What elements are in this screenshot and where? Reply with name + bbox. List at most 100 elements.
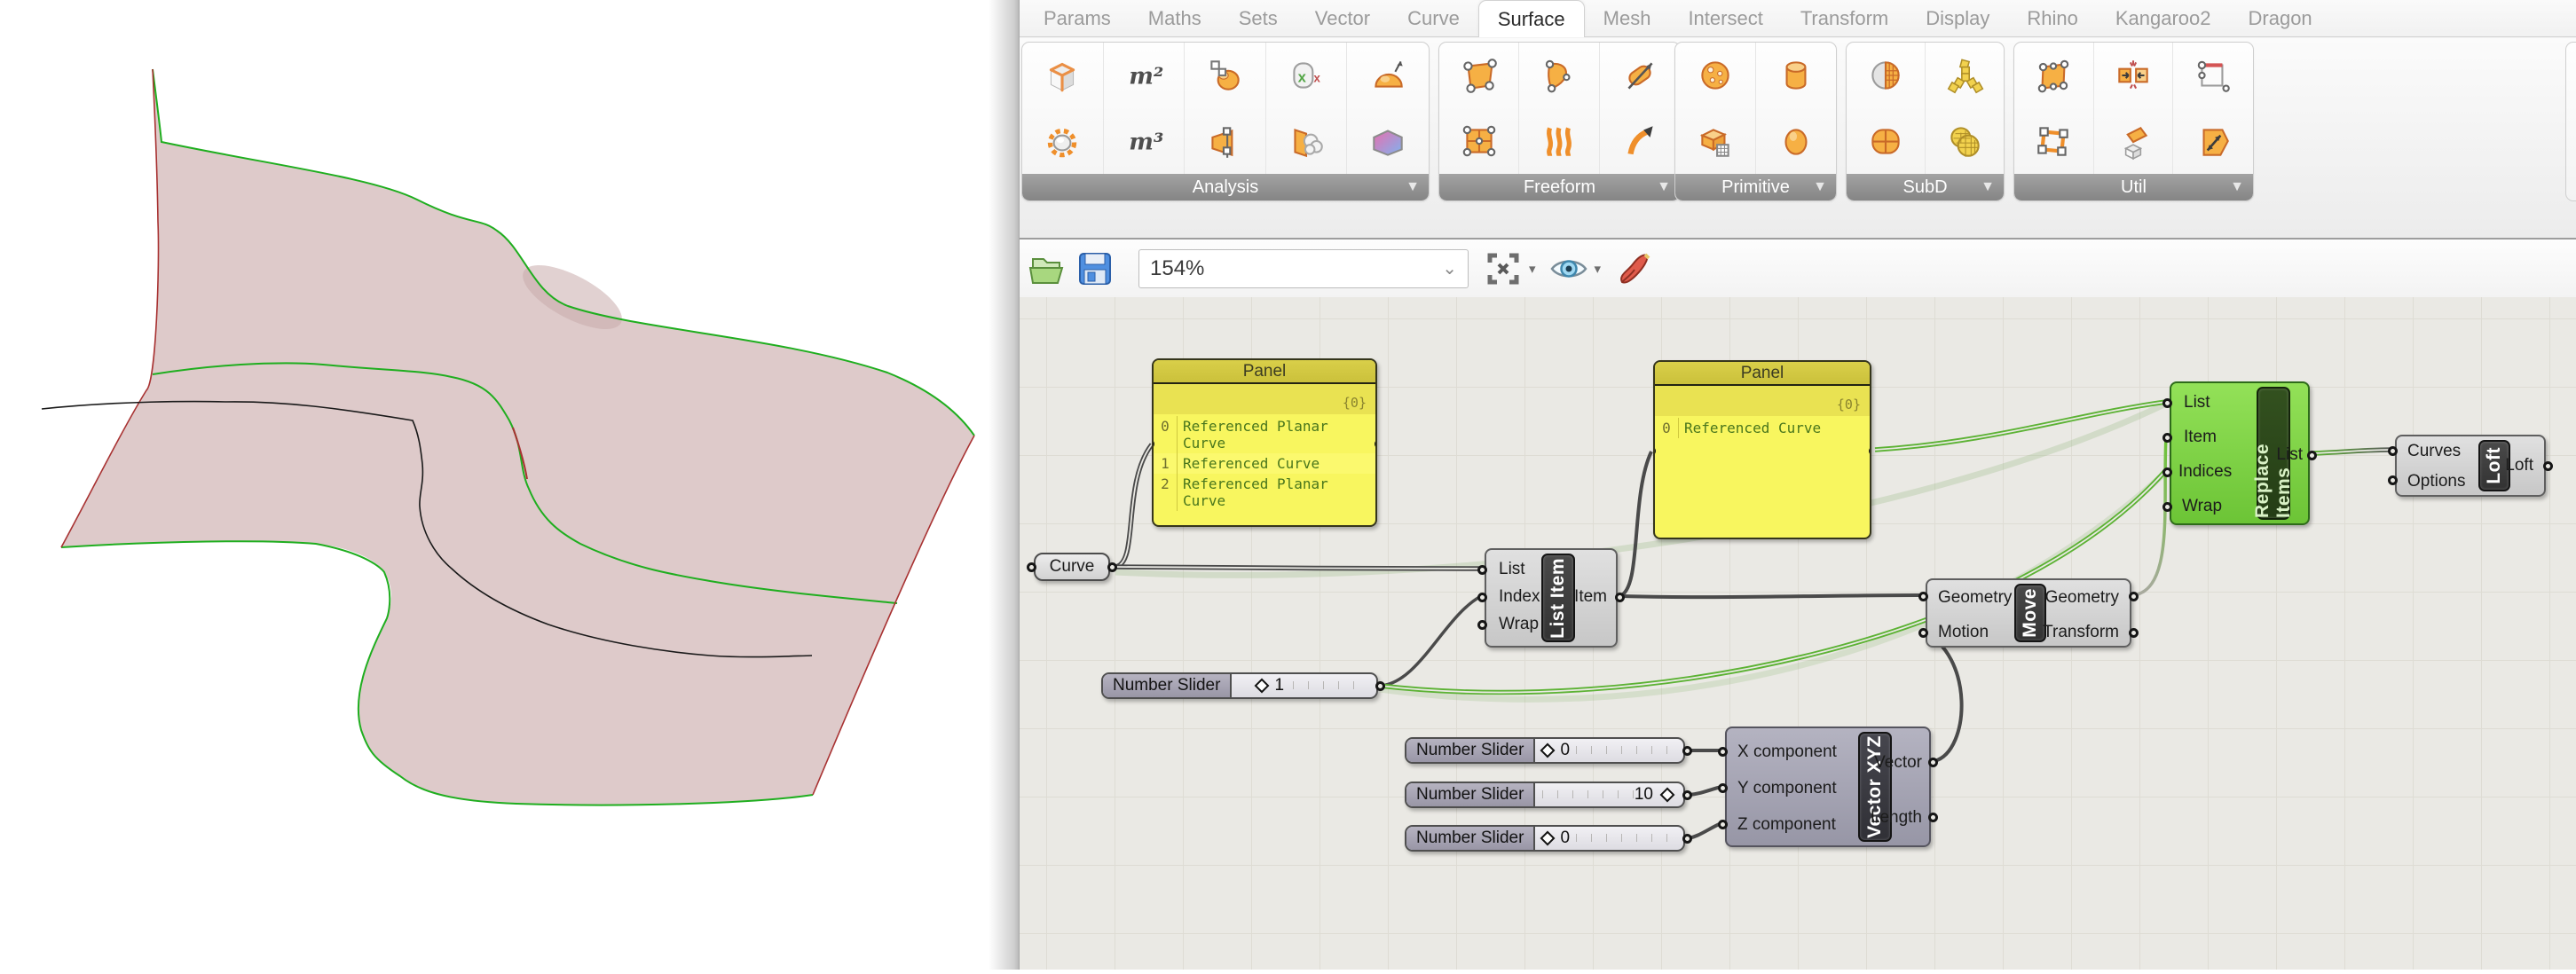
surface-4pt-icon[interactable] <box>1439 43 1519 108</box>
evaluate-surface-icon[interactable] <box>1185 43 1266 108</box>
expand-arrow-icon[interactable]: ▼ <box>1981 179 1995 195</box>
list-item-node[interactable]: List Index Wrap List Item Item <box>1485 548 1618 648</box>
slider-handle[interactable] <box>1540 831 1556 846</box>
item-in-port[interactable] <box>2162 433 2172 443</box>
slider-handle[interactable] <box>1660 788 1675 803</box>
tab-dragon[interactable]: Dragon <box>2230 0 2331 36</box>
slider-track[interactable]: 10 <box>1535 783 1683 806</box>
move-capsule[interactable]: Move <box>2014 584 2046 642</box>
slider-handle[interactable] <box>1255 679 1270 694</box>
wrap-in-port[interactable] <box>2162 502 2172 512</box>
panel-node-1[interactable]: Panel {0} 0Referenced Planar Curve 1Refe… <box>1152 358 1377 527</box>
vector-out-port[interactable] <box>1928 758 1938 767</box>
slider-track[interactable]: 0 <box>1535 739 1683 762</box>
geometry-in-port[interactable] <box>1918 592 1928 601</box>
group-label-subd[interactable]: SubD▼ <box>1847 174 2004 200</box>
replace-items-node[interactable]: List Item Indices Wrap Replace Items Lis… <box>2170 381 2310 525</box>
slider-out-port[interactable] <box>1682 746 1692 756</box>
sphere-holes-icon[interactable] <box>1675 43 1756 108</box>
panel-node-2[interactable]: Panel {0} 0Referenced Curve <box>1653 360 1871 539</box>
slider-handle[interactable] <box>1540 743 1556 758</box>
list-in-port[interactable] <box>2162 398 2172 408</box>
number-slider-y[interactable]: Number Slider 10 <box>1405 782 1685 808</box>
vector-xyz-node[interactable]: X component Y component Z component Vect… <box>1725 727 1931 847</box>
volume-m3-icon[interactable]: m³ <box>1104 108 1186 174</box>
zoom-extents-icon[interactable] <box>1483 248 1524 289</box>
y-in-port[interactable] <box>1718 783 1728 793</box>
number-slider-index[interactable]: Number Slider 1 <box>1101 672 1378 699</box>
transform-out-port[interactable] <box>2129 628 2139 638</box>
slider-out-port[interactable] <box>1682 834 1692 844</box>
edge-surface-icon[interactable] <box>1519 43 1599 108</box>
cone-pin-icon[interactable] <box>1185 108 1266 174</box>
slider-out-port[interactable] <box>1682 790 1692 800</box>
slider-track[interactable]: 0 <box>1535 827 1683 850</box>
curve-in-port[interactable] <box>1027 562 1036 572</box>
group-label-util[interactable]: Util▼ <box>2014 174 2253 200</box>
move-node[interactable]: Geometry Motion Move Geometry Transform <box>1926 578 2131 648</box>
tab-transform[interactable]: Transform <box>1782 0 1907 36</box>
index-in-port[interactable] <box>1477 593 1487 602</box>
save-file-icon[interactable] <box>1075 248 1115 289</box>
tab-intersect[interactable]: Intersect <box>1669 0 1781 36</box>
gh-canvas[interactable]: Curve Panel {0} 0Referenced Planar Curve… <box>1020 297 2576 970</box>
number-slider-x[interactable]: Number Slider 0 <box>1405 737 1685 764</box>
tab-kangaroo2[interactable]: Kangaroo2 <box>2097 0 2230 36</box>
box-morph-icon[interactable] <box>2094 108 2174 174</box>
tab-rhino[interactable]: Rhino <box>2008 0 2096 36</box>
frame-points-icon[interactable] <box>2014 108 2094 174</box>
zoom-level-combobox[interactable]: 154% ⌄ <box>1138 249 1469 288</box>
subd-box-icon[interactable] <box>1847 108 1926 174</box>
extrude-icon[interactable] <box>1600 43 1680 108</box>
number-slider-z[interactable]: Number Slider 0 <box>1405 825 1685 852</box>
open-file-icon[interactable] <box>1027 248 1067 289</box>
tab-surface[interactable]: Surface <box>1478 0 1585 37</box>
curves-in-port[interactable] <box>2388 446 2398 456</box>
chevron-down-icon[interactable]: ▾ <box>1595 261 1602 277</box>
x-in-port[interactable] <box>1718 747 1728 757</box>
loft-out-port[interactable] <box>2543 461 2553 471</box>
curve-out-port[interactable] <box>1107 562 1117 572</box>
list-out-port[interactable] <box>2307 451 2317 460</box>
group-label-freeform[interactable]: Freeform▼ <box>1439 174 1680 200</box>
options-in-port[interactable] <box>2388 475 2398 485</box>
slider-track[interactable]: 1 <box>1232 674 1376 697</box>
untrim-icon[interactable] <box>2173 43 2253 108</box>
box-corners-icon[interactable] <box>1022 43 1104 108</box>
expand-arrow-icon[interactable]: ▼ <box>1406 179 1420 195</box>
expand-arrow-icon[interactable]: ▼ <box>1657 179 1671 195</box>
rhino-viewport[interactable] <box>0 0 1003 970</box>
box-grid-icon[interactable] <box>1675 108 1756 174</box>
tab-display[interactable]: Display <box>1907 0 2008 36</box>
sweep-icon[interactable] <box>1519 108 1599 174</box>
curve-param-node[interactable]: Curve <box>1034 553 1110 581</box>
item-out-port[interactable] <box>1615 593 1625 602</box>
tab-curve[interactable]: Curve <box>1389 0 1478 36</box>
cylinder-icon[interactable] <box>1756 43 1837 108</box>
wrap-in-port[interactable] <box>1477 620 1487 630</box>
gradient-quad-icon[interactable] <box>1347 108 1429 174</box>
tab-params[interactable]: Params <box>1025 0 1130 36</box>
point-in-trim-icon[interactable]: xx <box>1266 43 1348 108</box>
dome-pin-icon[interactable] <box>1347 43 1429 108</box>
subd-sphere-icon[interactable] <box>1847 43 1926 108</box>
z-in-port[interactable] <box>1718 820 1728 829</box>
preview-eye-icon[interactable] <box>1548 248 1589 289</box>
expand-arrow-icon[interactable]: ▼ <box>1813 179 1827 195</box>
network-surface-icon[interactable] <box>1439 108 1519 174</box>
motion-in-port[interactable] <box>1918 628 1928 638</box>
chevron-down-icon[interactable]: ⌄ <box>1442 257 1457 279</box>
ellipsoid-icon[interactable] <box>1756 108 1837 174</box>
subd-blob-icon[interactable] <box>1926 108 2005 174</box>
sketch-tool-icon[interactable] <box>1613 248 1654 289</box>
chevron-down-icon[interactable]: ▾ <box>1529 261 1536 277</box>
tab-vector[interactable]: Vector <box>1296 0 1389 36</box>
cloud-sheet-icon[interactable] <box>1266 108 1348 174</box>
group-label-analysis[interactable]: Analysis▼ <box>1022 174 1429 200</box>
surface-handles-icon[interactable] <box>2014 43 2094 108</box>
area-m2-icon[interactable]: m² <box>1104 43 1186 108</box>
geometry-out-port[interactable] <box>2129 592 2139 601</box>
length-out-port[interactable] <box>1928 813 1938 822</box>
tab-maths[interactable]: Maths <box>1130 0 1220 36</box>
list-item-capsule[interactable]: List Item <box>1541 554 1575 642</box>
